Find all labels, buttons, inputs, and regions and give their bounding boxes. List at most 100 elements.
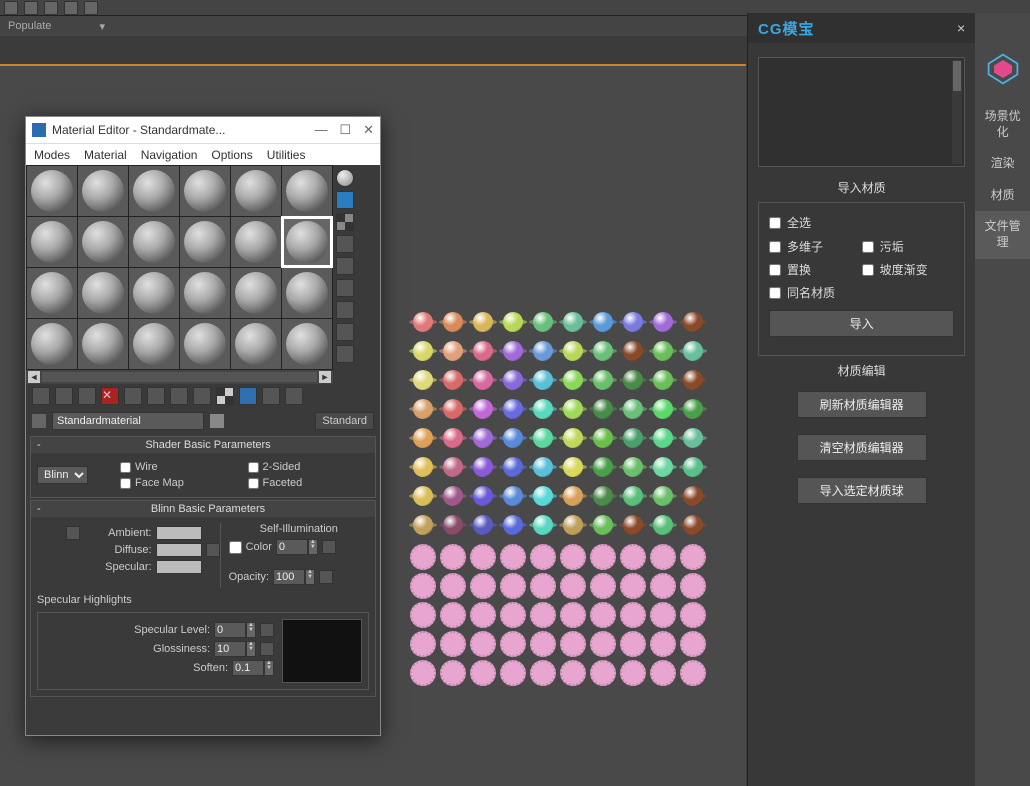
soften-spinner[interactable] [232, 660, 264, 676]
speclevel-map-button[interactable] [260, 623, 274, 637]
facemap-checkbox[interactable]: Face Map [120, 477, 236, 489]
viewport-sphere[interactable] [650, 631, 676, 657]
sample-slot[interactable] [180, 268, 230, 318]
viewport-sphere[interactable] [530, 457, 556, 477]
viewport-sphere[interactable] [650, 573, 676, 599]
viewport-sphere[interactable] [470, 602, 496, 628]
viewport-sphere[interactable] [680, 631, 706, 657]
viewport-sphere[interactable] [440, 602, 466, 628]
viewport-sphere[interactable] [560, 573, 586, 599]
viewport-sphere[interactable] [680, 602, 706, 628]
viewport-sphere[interactable] [620, 399, 646, 419]
viewport-sphere[interactable] [590, 515, 616, 535]
scroll-left-icon[interactable]: ◄ [28, 371, 40, 383]
viewport-sphere[interactable] [680, 341, 706, 361]
viewport-sphere[interactable] [440, 631, 466, 657]
viewport-sphere[interactable] [650, 457, 676, 477]
make-preview-icon[interactable] [336, 279, 354, 297]
menu-material[interactable]: Material [84, 148, 127, 162]
material-id-icon[interactable] [193, 387, 211, 405]
viewport-sphere[interactable] [560, 515, 586, 535]
viewport-sphere[interactable] [560, 631, 586, 657]
viewport-sphere[interactable] [620, 370, 646, 390]
sample-slot[interactable] [129, 319, 179, 369]
viewport-sphere[interactable] [590, 312, 616, 332]
viewport-sphere[interactable] [620, 341, 646, 361]
preview-scrollbar[interactable] [952, 60, 962, 164]
viewport-sphere[interactable] [470, 631, 496, 657]
viewport-sphere[interactable] [500, 602, 526, 628]
viewport-sphere[interactable] [500, 573, 526, 599]
viewport-sphere[interactable] [530, 428, 556, 448]
viewport-sphere[interactable] [500, 341, 526, 361]
menu-navigation[interactable]: Navigation [141, 148, 198, 162]
viewport-sphere[interactable] [560, 486, 586, 506]
viewport-sphere[interactable] [680, 370, 706, 390]
sample-slot[interactable] [282, 166, 332, 216]
viewport-sphere[interactable] [560, 544, 586, 570]
viewport-sphere[interactable] [620, 631, 646, 657]
viewport-sphere[interactable] [500, 312, 526, 332]
sample-slot[interactable] [27, 166, 77, 216]
menu-utilities[interactable]: Utilities [267, 148, 306, 162]
viewport-sphere[interactable] [410, 486, 436, 506]
assign-to-selection-icon[interactable] [78, 387, 96, 405]
checkbox-select-all[interactable]: 全选 [769, 214, 954, 231]
viewport-sphere[interactable] [530, 515, 556, 535]
toolbar-icon[interactable] [24, 1, 38, 15]
viewport-sphere[interactable] [650, 602, 676, 628]
viewport-sphere[interactable] [620, 486, 646, 506]
viewport-sphere[interactable] [500, 428, 526, 448]
viewport-sphere[interactable] [560, 428, 586, 448]
viewport-sphere[interactable] [410, 312, 436, 332]
sample-slot[interactable] [78, 166, 128, 216]
viewport-sphere[interactable] [620, 515, 646, 535]
viewport-sphere[interactable] [650, 428, 676, 448]
viewport-sphere[interactable] [650, 399, 676, 419]
wire-checkbox[interactable]: Wire [120, 461, 236, 473]
specular-swatch[interactable] [156, 560, 202, 574]
viewport-sphere[interactable] [410, 660, 436, 686]
viewport-sphere[interactable] [530, 544, 556, 570]
sample-slot[interactable] [180, 319, 230, 369]
viewport-sphere[interactable] [500, 544, 526, 570]
viewport-sphere[interactable] [440, 573, 466, 599]
viewport-sphere[interactable] [590, 660, 616, 686]
viewport-sphere[interactable] [500, 457, 526, 477]
put-to-scene-icon[interactable] [55, 387, 73, 405]
tab-material[interactable]: 材质 [975, 180, 1030, 212]
viewport-sphere[interactable] [650, 660, 676, 686]
opacity-spinner[interactable] [273, 569, 305, 585]
viewport-sphere[interactable] [620, 660, 646, 686]
viewport-sphere[interactable] [410, 457, 436, 477]
viewport-sphere[interactable] [410, 370, 436, 390]
viewport-sphere[interactable] [560, 602, 586, 628]
sample-slot[interactable] [27, 319, 77, 369]
menu-options[interactable]: Options [211, 148, 252, 162]
viewport-sphere[interactable] [410, 544, 436, 570]
viewport-sphere[interactable] [590, 399, 616, 419]
get-material-icon[interactable] [32, 387, 50, 405]
selfillum-color-checkbox[interactable] [229, 541, 242, 554]
material-type-button[interactable]: Standard [315, 412, 374, 430]
viewport-sphere[interactable] [410, 631, 436, 657]
import-selected-button[interactable]: 导入选定材质球 [797, 477, 927, 504]
viewport-sphere[interactable] [410, 341, 436, 361]
sample-slot[interactable] [129, 166, 179, 216]
sample-slot[interactable] [282, 319, 332, 369]
tab-render[interactable]: 渲染 [975, 148, 1030, 180]
viewport-sphere[interactable] [650, 341, 676, 361]
viewport-sphere[interactable] [470, 370, 496, 390]
backlight-icon[interactable] [336, 191, 354, 209]
viewport-sphere[interactable] [620, 457, 646, 477]
viewport-sphere[interactable] [590, 631, 616, 657]
viewport-sphere[interactable] [620, 573, 646, 599]
two-sided-checkbox[interactable]: 2-Sided [248, 461, 364, 473]
diffuse-lock-icon[interactable] [206, 543, 220, 557]
sample-slot[interactable] [129, 268, 179, 318]
sample-slot[interactable] [78, 217, 128, 267]
sample-slot[interactable] [27, 217, 77, 267]
viewport-sphere[interactable] [620, 312, 646, 332]
viewport-sphere[interactable] [680, 544, 706, 570]
viewport-sphere[interactable] [680, 399, 706, 419]
